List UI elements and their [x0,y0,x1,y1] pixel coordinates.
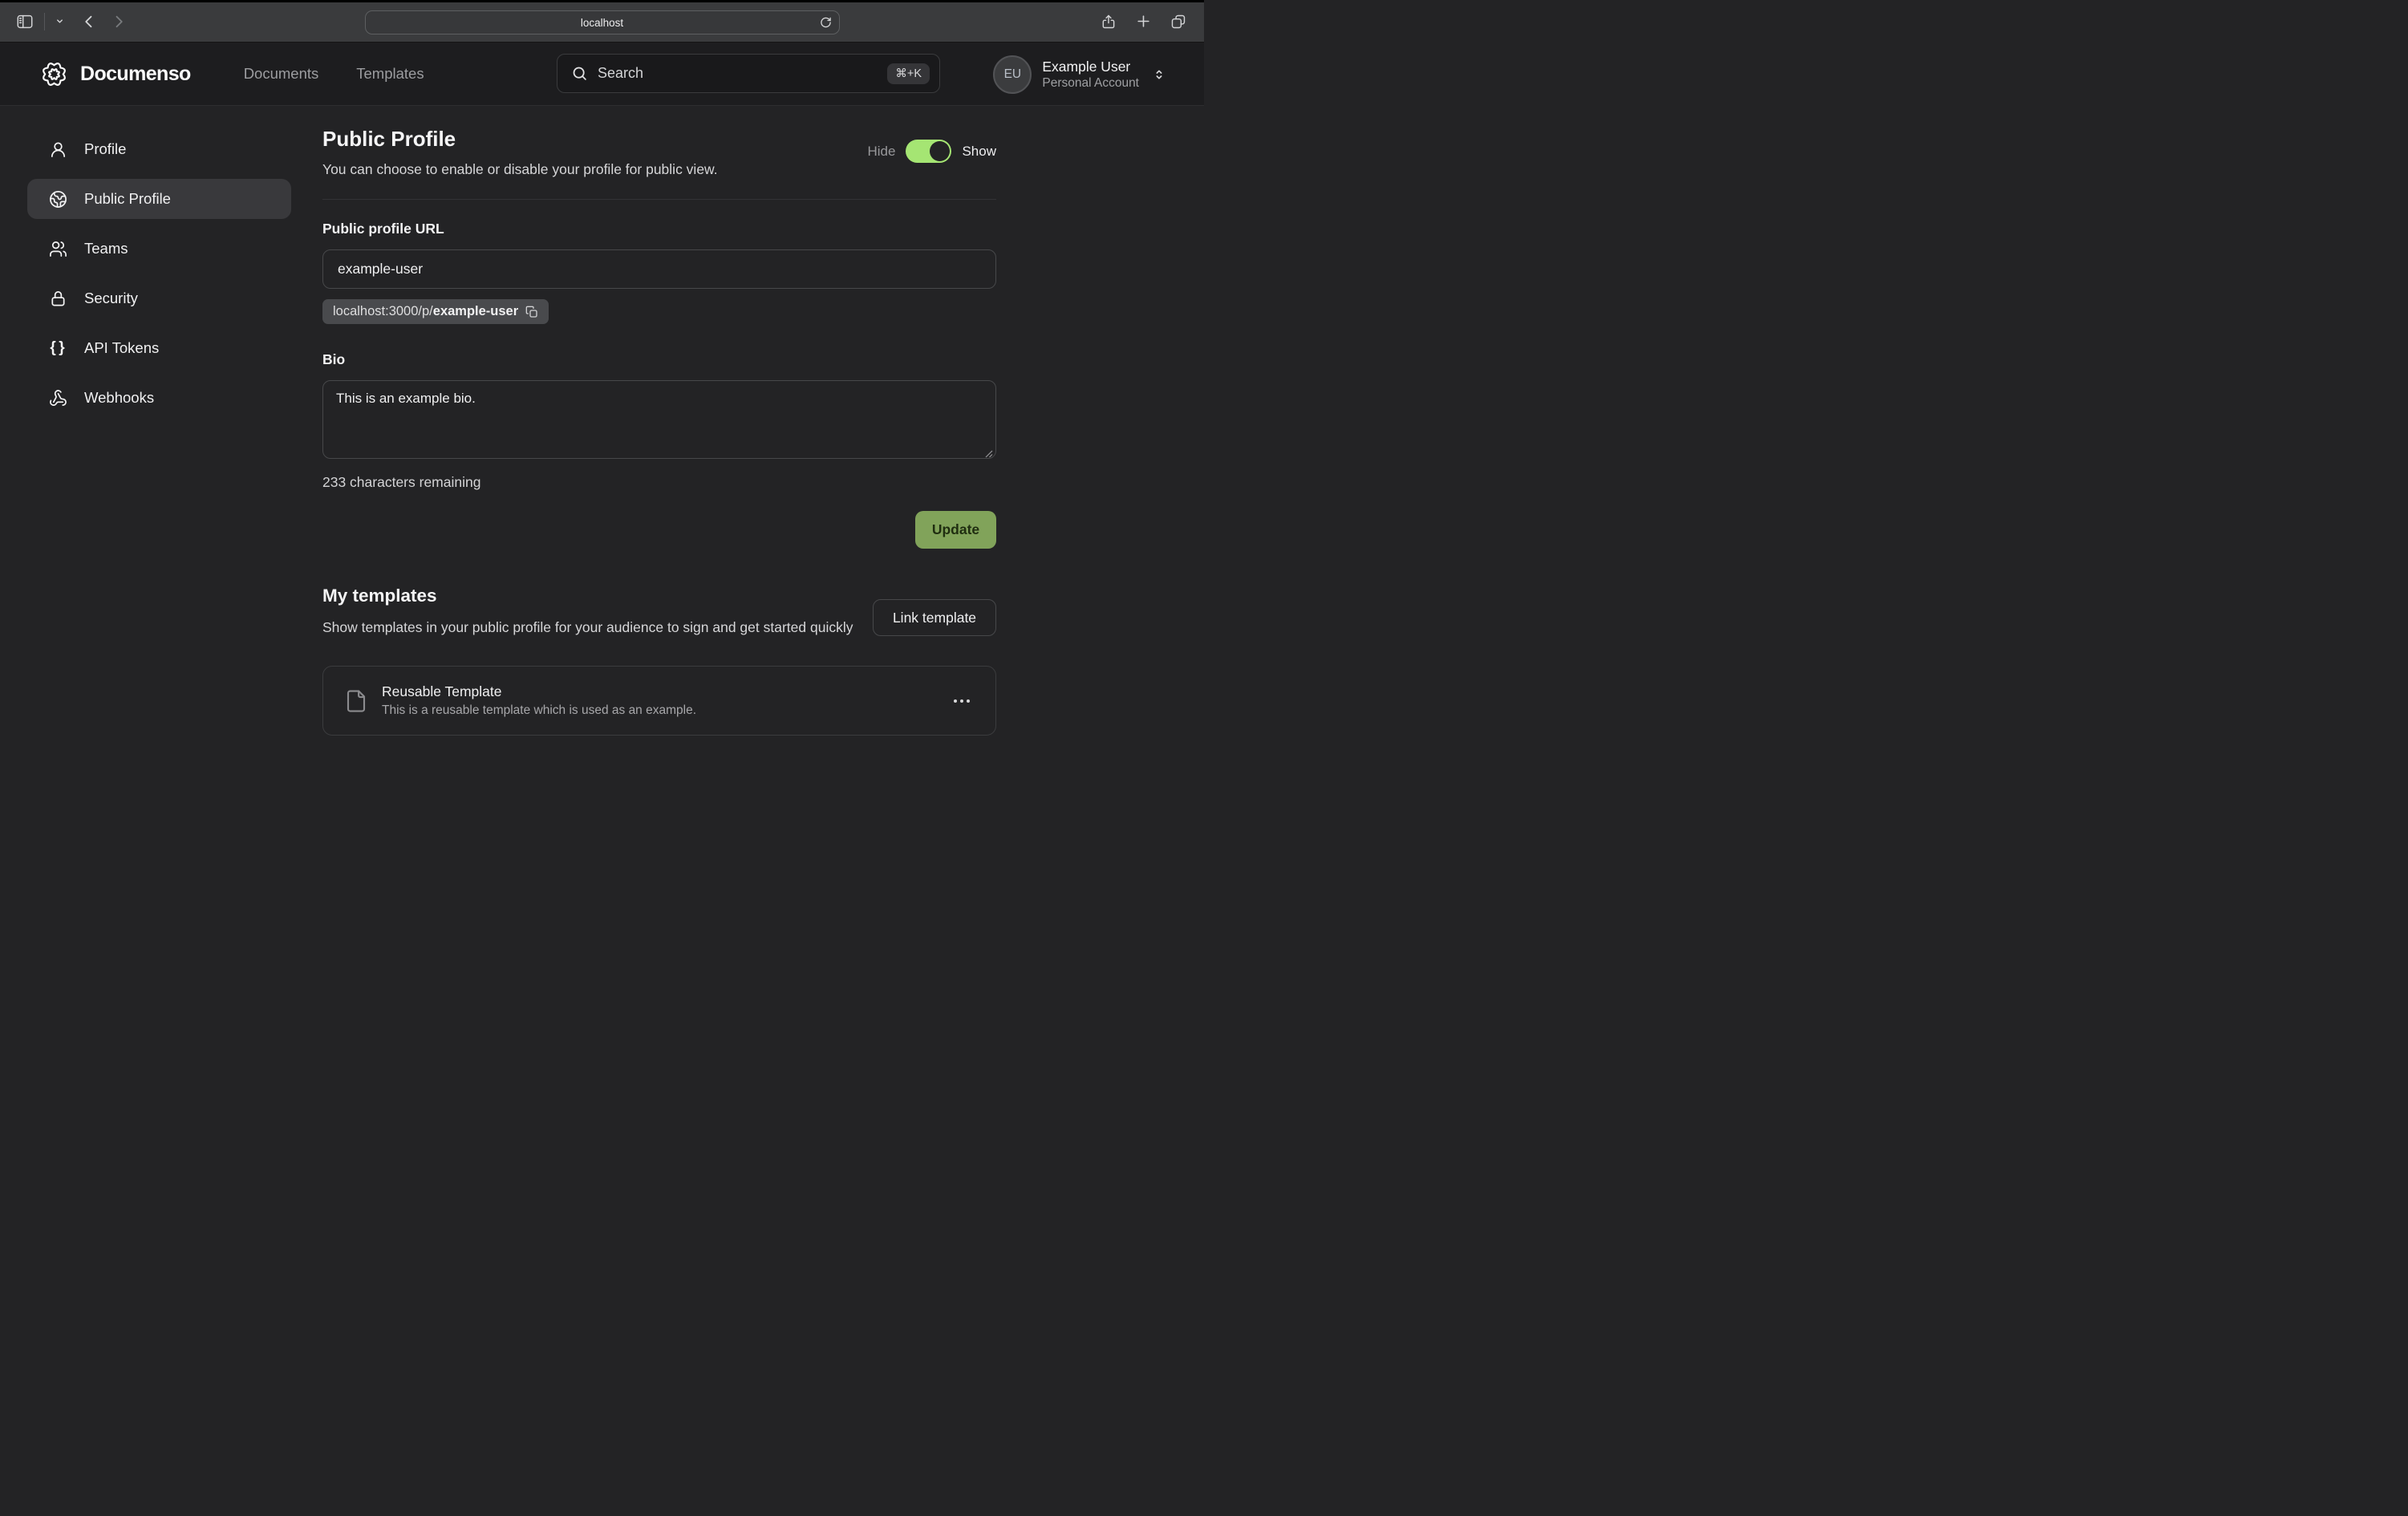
toggle-show-label: Show [962,144,996,160]
sidebar-item-public-profile[interactable]: Public Profile [27,179,291,219]
address-text: localhost [581,17,623,29]
sidebar-toggle-button[interactable] [16,13,34,30]
app-header: Documenso Documents Templates ⌘+K EU Exa… [0,43,1204,106]
nav-documents[interactable]: Documents [244,65,319,83]
new-tab-button[interactable] [1136,14,1151,29]
my-templates-subtitle: Show templates in your public profile fo… [322,617,888,638]
share-icon [1101,14,1117,30]
plus-icon [1136,14,1151,29]
sidebar-menu-button[interactable] [55,17,64,26]
settings-sidebar: Profile Public Profile Teams Securi [0,106,322,758]
chevron-down-icon [55,17,64,26]
forward-button[interactable] [111,14,127,30]
toggle-knob [930,141,950,161]
bio-textarea[interactable]: This is an example bio. [322,380,996,459]
sidebar-item-label: Teams [84,240,128,257]
update-button[interactable]: Update [915,511,996,549]
main-content: Public Profile Hide Show You can choose … [322,106,996,736]
back-button[interactable] [81,14,97,30]
tabs-overview-icon [1170,14,1186,30]
sidebar-item-teams[interactable]: Teams [27,229,291,269]
braces-icon: { } [48,339,67,357]
documenso-logo-icon [39,59,69,89]
search-shortcut-badge: ⌘+K [887,63,930,84]
ellipsis-icon [954,699,957,703]
globe-icon [48,190,67,209]
section-divider [322,199,996,200]
top-nav: Documents Templates [244,65,424,83]
profile-visibility-toggle[interactable] [906,140,951,163]
sidebar-item-api-tokens[interactable]: { } API Tokens [27,328,291,368]
share-button[interactable] [1101,14,1117,30]
search-input[interactable] [598,65,878,82]
sidebar-item-label: Profile [84,140,126,158]
public-profile-url-input[interactable] [322,249,996,289]
search-icon [571,65,588,82]
template-name: Reusable Template [382,683,696,700]
address-bar[interactable]: localhost [365,10,840,34]
user-menu[interactable]: EU Example User Personal Account [993,55,1165,94]
link-template-button[interactable]: Link template [873,599,996,636]
template-card[interactable]: Reusable Template This is a reusable tem… [322,666,996,736]
browser-chrome: localhost [0,0,1204,43]
avatar: EU [993,55,1032,94]
url-field-label: Public profile URL [322,221,996,237]
user-account-type: Personal Account [1042,75,1139,91]
visibility-toggle-row: Hide Show [868,140,997,163]
sidebar-item-profile[interactable]: Profile [27,129,291,169]
resize-handle[interactable] [985,450,993,458]
share-url-slug: example-user [433,304,518,319]
page-subtitle: You can choose to enable or disable your… [322,161,996,178]
nav-templates[interactable]: Templates [356,65,424,83]
brand-name: Documenso [80,63,191,86]
reload-icon [820,17,832,29]
file-icon [344,687,368,715]
toggle-hide-label: Hide [868,144,896,160]
back-icon [81,14,97,30]
lock-icon [48,290,67,308]
template-description: This is a reusable template which is use… [382,703,696,718]
toolbar-divider [44,13,45,30]
copy-icon [525,306,538,318]
sidebar-toggle-icon [16,13,34,30]
sidebar-item-webhooks[interactable]: Webhooks [27,378,291,418]
chevrons-up-down-icon [1153,68,1165,81]
user-icon [48,140,67,159]
share-url-pill[interactable]: localhost:3000/p/example-user [322,299,549,324]
tabs-overview-button[interactable] [1170,14,1186,30]
user-name: Example User [1042,58,1139,75]
share-url-prefix: localhost:3000/p/ [333,304,433,319]
sidebar-item-label: Public Profile [84,190,171,208]
bio-field-label: Bio [322,351,996,368]
users-icon [48,240,67,258]
copy-button[interactable] [525,306,538,318]
reload-button[interactable] [820,17,832,29]
sidebar-item-label: API Tokens [84,339,159,357]
sidebar-item-security[interactable]: Security [27,278,291,318]
sidebar-item-label: Security [84,290,138,307]
characters-remaining: 233 characters remaining [322,474,996,491]
sidebar-item-label: Webhooks [84,389,154,407]
webhook-icon [48,389,67,407]
template-more-options-button[interactable] [949,695,975,707]
search-bar[interactable]: ⌘+K [557,54,940,93]
brand-logo[interactable]: Documenso [39,59,191,89]
forward-icon [111,14,127,30]
my-templates-section: My templates Show templates in your publ… [322,586,996,736]
